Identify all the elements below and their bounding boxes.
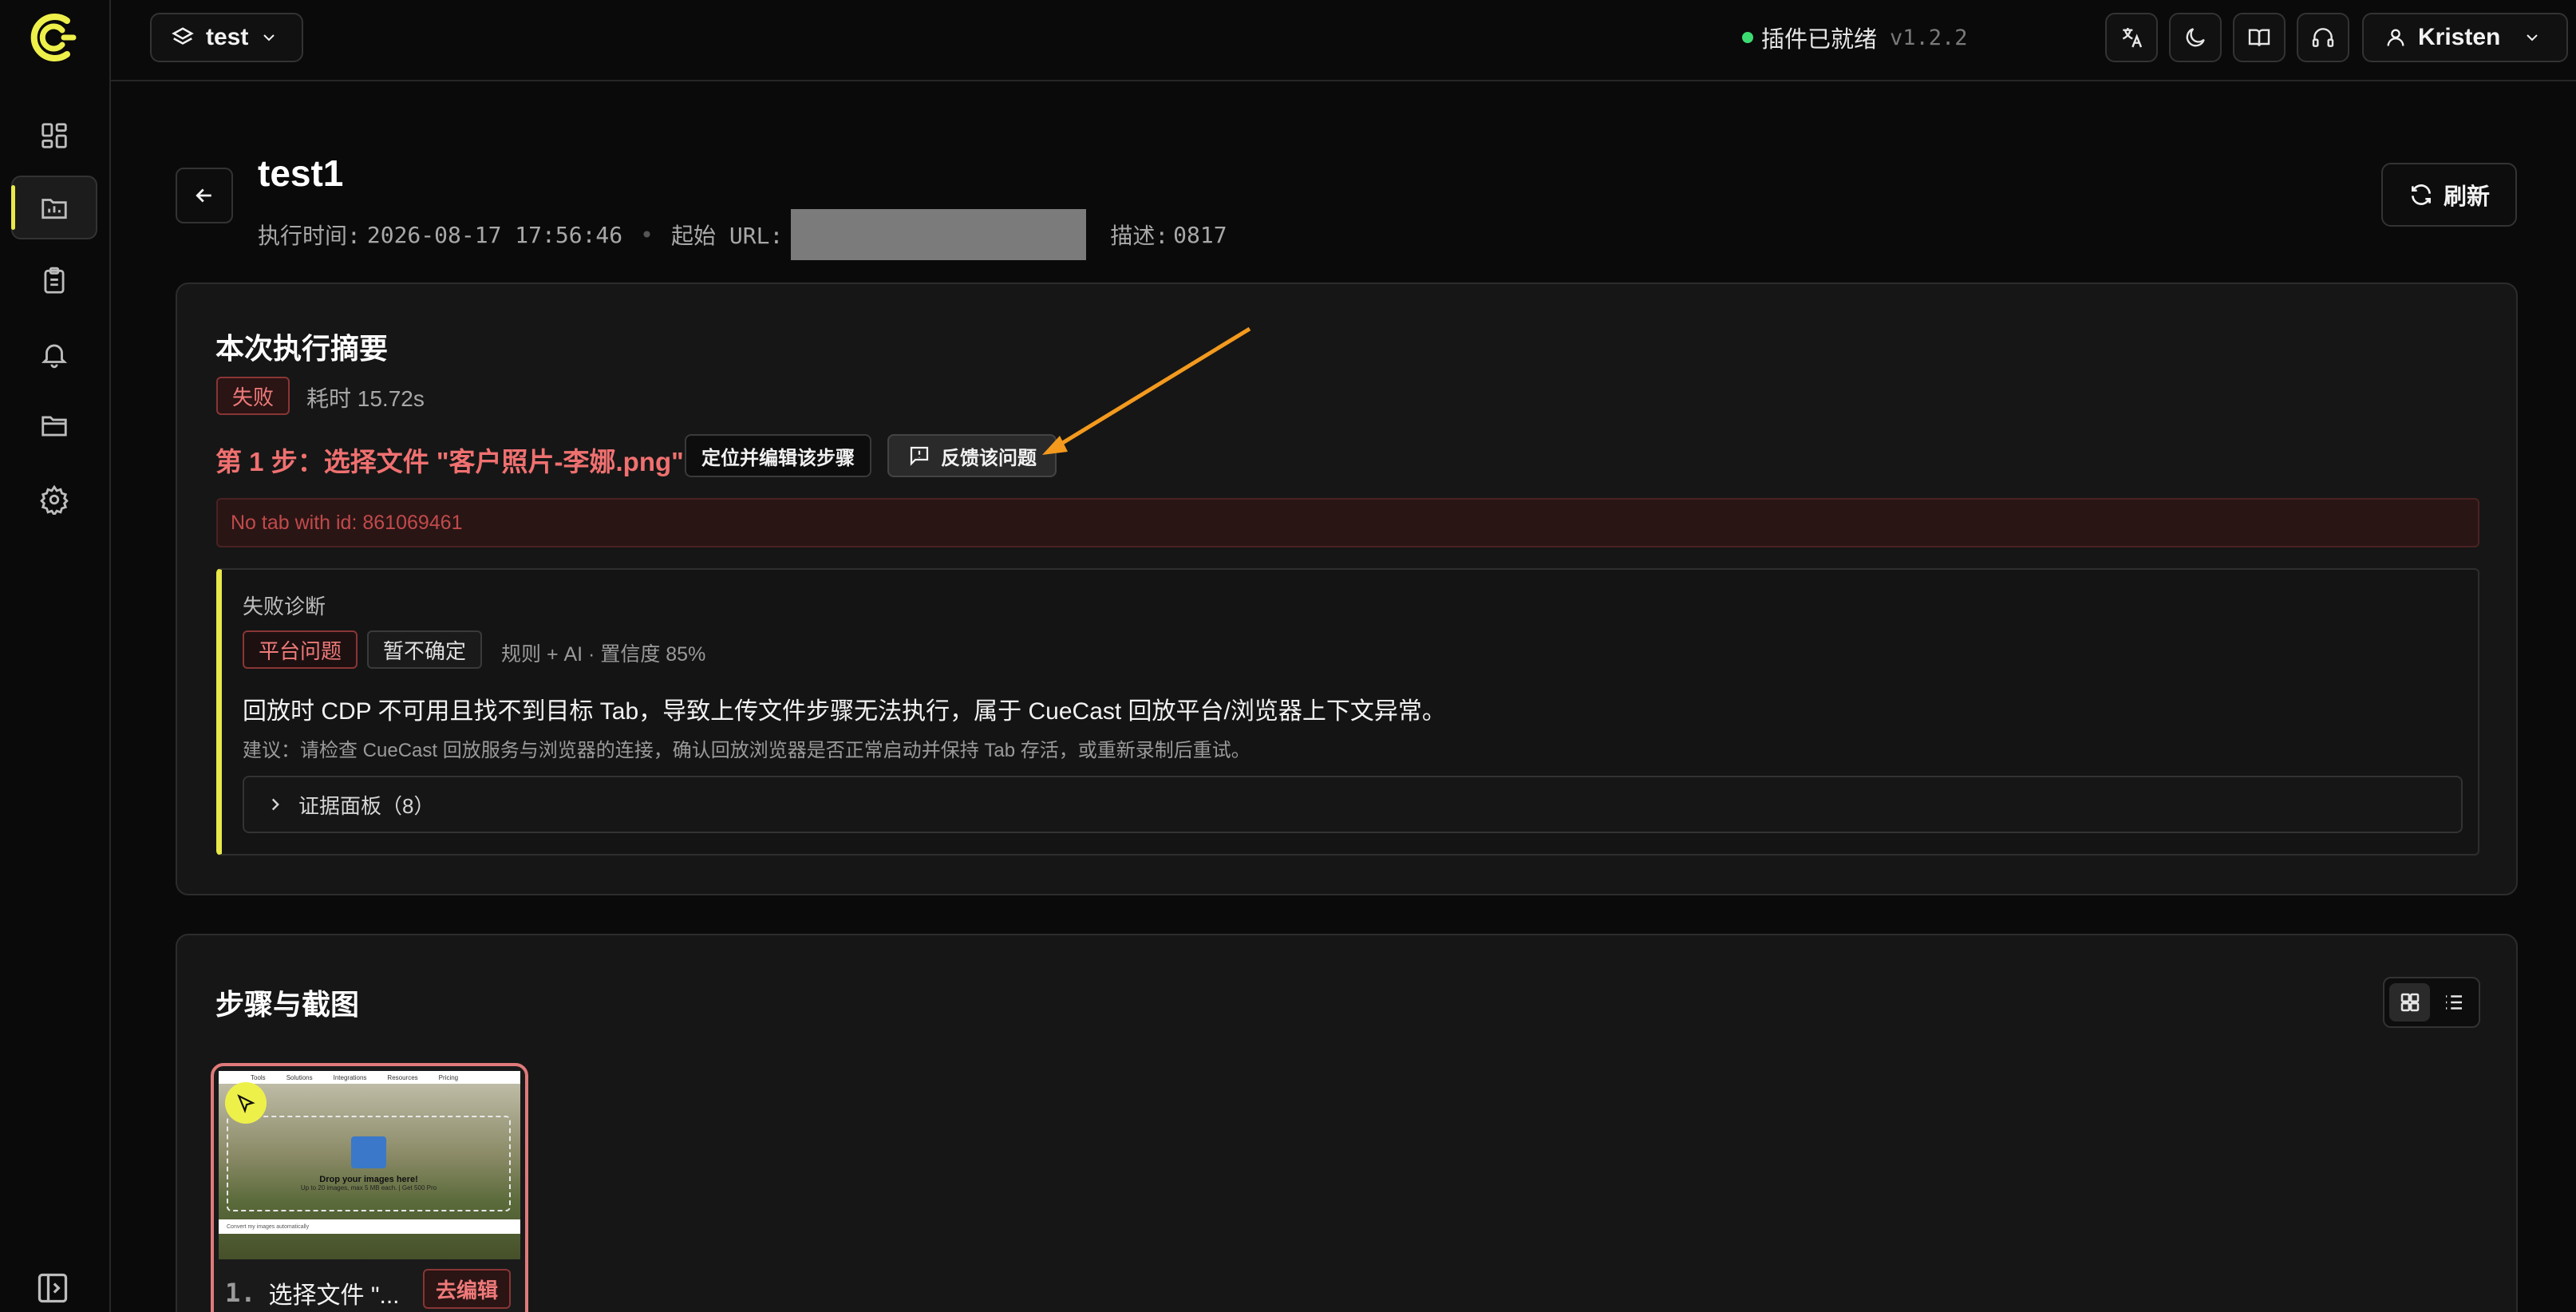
sidebar-item-settings[interactable]	[11, 468, 97, 532]
step-card[interactable]: Tools Solutions Integrations Resources P…	[211, 1063, 528, 1312]
thumb-nav: Tools Solutions Integrations Resources P…	[219, 1071, 520, 1084]
refresh-button[interactable]: 刷新	[2381, 163, 2517, 227]
sidebar	[0, 0, 111, 1312]
failed-step-title: 第 1 步：选择文件 "客户照片-李娜.png"	[215, 447, 684, 476]
thumb-nav-item: Pricing	[438, 1073, 459, 1081]
grid-view-button[interactable]	[2389, 983, 2430, 1022]
chevron-right-icon	[271, 798, 279, 811]
error-message: No tab with id: 861069461	[216, 498, 2479, 547]
translate-icon	[2122, 28, 2143, 48]
sidebar-item-notifications[interactable]	[11, 322, 97, 386]
thumb-nav-item: Integrations	[333, 1073, 367, 1081]
cursor-icon	[237, 1094, 255, 1113]
feedback-label: 反馈该问题	[941, 447, 1037, 469]
exec-time-value: 2026-08-17 17:56:46	[366, 221, 623, 248]
sidebar-item-tasks[interactable]	[11, 249, 97, 313]
gear-icon	[40, 484, 69, 515]
version-text: v1.2.2	[1890, 25, 1968, 50]
status-dot	[1742, 32, 1753, 43]
evidence-label: 证据面板（8）	[298, 793, 435, 818]
step-label: 选择文件 "...	[268, 1282, 400, 1309]
start-url-label: 起始 URL:	[671, 223, 784, 249]
platform-issue-badge: 平台问题	[243, 630, 358, 669]
sidebar-toggle-icon[interactable]	[35, 1271, 70, 1306]
user-icon	[2387, 29, 2404, 46]
grid-icon	[2400, 993, 2419, 1012]
status-text: 插件已就绪	[1761, 27, 1878, 53]
language-button[interactable]	[2105, 13, 2158, 62]
plugin-status: 插件已就绪 v1.2.2	[1742, 21, 1968, 54]
list-view-button[interactable]	[2433, 983, 2474, 1022]
folder-icon	[41, 416, 67, 437]
click-action-badge	[225, 1082, 267, 1124]
diagnosis-label: 失败诊断	[243, 595, 326, 618]
diagnosis-text: 回放时 CDP 不可用且找不到目标 Tab，导致上传文件步骤无法执行，属于 Cu…	[243, 698, 1446, 725]
thumb-nav-item: Solutions	[286, 1073, 313, 1081]
user-name: Kristen	[2418, 24, 2501, 50]
step-number: 1.	[225, 1278, 256, 1308]
list-icon	[2445, 995, 2462, 1010]
status-badge: 失败	[216, 377, 290, 415]
clipboard-icon	[44, 267, 65, 294]
workspace-selector[interactable]: test	[150, 13, 303, 62]
user-menu[interactable]: Kristen	[2362, 13, 2568, 62]
sidebar-item-reports[interactable]	[11, 176, 97, 239]
step-footer: 1. 选择文件 "...	[225, 1275, 400, 1310]
moon-icon	[2186, 28, 2205, 47]
start-url-redacted	[791, 209, 1087, 260]
failure-diagnosis: 失败诊断 平台问题 暂不确定 规则 + AI · 置信度 85% 回放时 CDP…	[216, 568, 2479, 856]
edit-step-button[interactable]: 去编辑	[423, 1269, 512, 1309]
thumb-option: Convert my images automatically	[219, 1219, 520, 1234]
thumb-drop-subtitle: Up to 20 images, max 5 MB each. | Get 50…	[300, 1184, 437, 1191]
chevron-down-icon	[2527, 34, 2538, 41]
sidebar-item-dashboard[interactable]	[11, 104, 97, 168]
diagnosis-suggestion: 建议：请检查 CueCast 回放服务与浏览器的连接，确认回放浏览器是否正常启动…	[243, 740, 1250, 761]
headset-icon	[2312, 28, 2334, 47]
refresh-icon	[2411, 184, 2431, 205]
view-toggle	[2383, 977, 2480, 1028]
exec-time-label: 执行时间:	[258, 223, 361, 249]
desc-value: 0817	[1173, 221, 1227, 248]
steps-screenshots-card: 步骤与截图 Tools Solutions Integrations Resou…	[176, 934, 2518, 1312]
thumb-nav-item: Tools	[251, 1073, 266, 1081]
page-title: test1	[258, 152, 344, 194]
meta-separator: •	[640, 221, 654, 248]
back-button[interactable]	[176, 168, 233, 223]
steps-title: 步骤与截图	[215, 988, 360, 1021]
workspace-name: test	[206, 24, 249, 50]
docs-button[interactable]	[2233, 13, 2286, 62]
sidebar-item-files[interactable]	[11, 394, 97, 458]
report-icon	[41, 199, 67, 219]
refresh-label: 刷新	[2443, 184, 2490, 210]
uncertain-badge: 暂不确定	[367, 630, 483, 669]
duration-text: 耗时 15.72s	[306, 386, 425, 411]
thumb-dropzone: Drop your images here! Up to 20 images, …	[227, 1116, 511, 1211]
thumb-nav-item: Resources	[387, 1073, 418, 1081]
thumb-drop-title: Drop your images here!	[319, 1174, 418, 1184]
arrow-left-icon	[196, 188, 211, 203]
summary-title: 本次执行摘要	[215, 332, 389, 365]
layers-icon	[172, 27, 194, 45]
book-open-icon	[2248, 29, 2270, 46]
locate-edit-step-button[interactable]: 定位并编辑该步骤	[685, 434, 871, 477]
chevron-down-icon	[263, 34, 275, 41]
box-icon	[351, 1136, 386, 1168]
dashboard-icon	[41, 123, 67, 148]
theme-toggle-button[interactable]	[2169, 13, 2222, 62]
execution-summary-card: 本次执行摘要 失败 耗时 15.72s 第 1 步：选择文件 "客户照片-李娜.…	[176, 283, 2518, 895]
support-button[interactable]	[2297, 13, 2349, 62]
desc-label: 描述:	[1110, 223, 1169, 249]
bell-icon	[41, 344, 68, 369]
app-logo[interactable]	[26, 11, 78, 64]
feedback-button[interactable]: 反馈该问题	[887, 434, 1057, 477]
message-alert-icon	[910, 446, 929, 466]
evidence-panel-toggle[interactable]: 证据面板（8）	[243, 776, 2463, 833]
diagnosis-confidence: 规则 + AI · 置信度 85%	[501, 643, 706, 666]
run-meta: 执行时间: 2026-08-17 17:56:46 • 起始 URL: 描述: …	[258, 209, 1227, 260]
